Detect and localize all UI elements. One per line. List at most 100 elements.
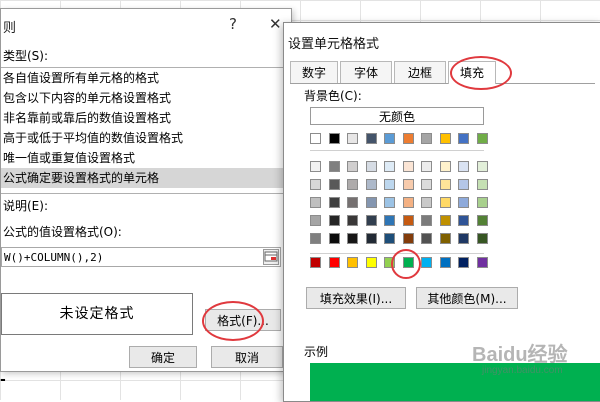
theme-color-swatch[interactable] <box>402 133 414 144</box>
theme-tint-swatch[interactable] <box>328 161 340 172</box>
rule-type-item[interactable]: 高于或低于平均值的数值设置格式 <box>1 128 289 148</box>
theme-tint-swatch[interactable] <box>328 197 340 208</box>
theme-tint-swatch[interactable] <box>384 179 395 190</box>
standard-color-swatch[interactable] <box>347 257 358 268</box>
theme-tint-swatch[interactable] <box>384 215 395 226</box>
theme-color-swatch[interactable] <box>365 133 377 144</box>
theme-tint-swatch[interactable] <box>421 161 432 172</box>
help-icon[interactable]: ? <box>229 15 237 33</box>
theme-tint-swatch[interactable] <box>328 215 340 226</box>
standard-color-swatch[interactable] <box>328 257 340 268</box>
theme-tint-swatch[interactable] <box>458 215 469 226</box>
theme-tint-swatch[interactable] <box>458 179 469 190</box>
ok-button[interactable]: 确定 <box>129 346 197 368</box>
theme-tint-swatch[interactable] <box>384 161 395 172</box>
theme-tint-swatch[interactable] <box>384 233 395 244</box>
tab-strip: 数字 字体 边框 填充 <box>290 61 595 84</box>
theme-tint-swatch[interactable] <box>402 233 414 244</box>
theme-tint-swatch[interactable] <box>384 197 395 208</box>
conditional-format-dialog: 则 ? ✕ 类型(S): 各自值设置所有单元格的格式 包含以下内容的单元格设置格… <box>0 8 292 372</box>
theme-tint-swatch[interactable] <box>347 233 358 244</box>
theme-tint-swatch[interactable] <box>310 215 321 226</box>
cf-dialog-titlebar: 则 ? ✕ <box>1 9 291 41</box>
theme-tint-swatch[interactable] <box>402 215 414 226</box>
theme-tint-swatch[interactable] <box>328 233 340 244</box>
rule-type-item[interactable]: 非名靠前或靠后的数值设置格式 <box>1 108 289 128</box>
tab-number[interactable]: 数字 <box>290 61 338 83</box>
standard-color-swatch[interactable] <box>365 257 377 268</box>
theme-color-swatch[interactable] <box>310 133 321 144</box>
theme-tint-swatch[interactable] <box>458 233 469 244</box>
theme-tint-swatch[interactable] <box>439 161 451 172</box>
no-color-button[interactable]: 无颜色 <box>310 107 484 125</box>
close-icon[interactable]: ✕ <box>269 15 282 33</box>
theme-tint-swatch[interactable] <box>476 161 488 172</box>
rule-type-list[interactable]: 各自值设置所有单元格的格式 包含以下内容的单元格设置格式 非名靠前或靠后的数值设… <box>1 67 289 194</box>
theme-tint-swatch[interactable] <box>402 197 414 208</box>
description-label: 说明(E): <box>3 199 48 213</box>
theme-tint-swatch[interactable] <box>310 179 321 190</box>
theme-tint-swatch[interactable] <box>476 197 488 208</box>
palette-divider <box>310 150 484 151</box>
annotation-circle-tab <box>450 56 512 90</box>
theme-tint-swatch[interactable] <box>310 197 321 208</box>
fill-effects-button[interactable]: 填充效果(I)... <box>306 287 406 309</box>
theme-tint-swatch[interactable] <box>458 161 469 172</box>
theme-color-swatch[interactable] <box>439 133 451 144</box>
theme-tint-swatch[interactable] <box>310 233 321 244</box>
theme-tint-swatch[interactable] <box>421 215 432 226</box>
theme-color-swatch[interactable] <box>458 133 469 144</box>
rule-type-item[interactable]: 唯一值或重复值设置格式 <box>1 148 289 168</box>
annotation-circle-color <box>391 249 421 279</box>
theme-tint-swatch[interactable] <box>458 197 469 208</box>
theme-tint-swatch[interactable] <box>439 233 451 244</box>
formula-input[interactable]: W()+COLUMN(),2) <box>1 247 281 267</box>
tab-border[interactable]: 边框 <box>394 61 446 83</box>
cancel-button[interactable]: 取消 <box>211 346 283 368</box>
theme-color-swatch[interactable] <box>476 133 488 144</box>
standard-color-swatch[interactable] <box>310 257 321 268</box>
theme-color-swatch[interactable] <box>328 133 340 144</box>
theme-tint-swatch[interactable] <box>365 161 377 172</box>
theme-tint-swatch[interactable] <box>365 233 377 244</box>
theme-tint-swatch[interactable] <box>347 215 358 226</box>
format-preview: 未设定格式 <box>1 293 193 335</box>
rule-type-item[interactable]: 各自值设置所有单元格的格式 <box>1 68 289 88</box>
cell-fragment: - <box>0 372 6 388</box>
theme-tint-swatch[interactable] <box>476 233 488 244</box>
standard-color-swatch[interactable] <box>421 257 432 268</box>
theme-tint-swatch[interactable] <box>439 179 451 190</box>
rule-type-item-selected[interactable]: 公式确定要设置格式的单元格 <box>1 168 289 188</box>
standard-color-swatch[interactable] <box>476 257 488 268</box>
theme-tint-swatch[interactable] <box>347 197 358 208</box>
theme-tint-swatch[interactable] <box>476 179 488 190</box>
formula-label: 公式的值设置格式(O): <box>3 225 122 239</box>
theme-tint-swatch[interactable] <box>439 215 451 226</box>
standard-color-swatch[interactable] <box>439 257 451 268</box>
theme-tint-swatch[interactable] <box>402 161 414 172</box>
theme-tint-swatch[interactable] <box>347 161 358 172</box>
theme-tint-swatch[interactable] <box>365 179 377 190</box>
theme-tint-swatch[interactable] <box>439 197 451 208</box>
theme-color-swatch[interactable] <box>421 133 432 144</box>
theme-color-swatch[interactable] <box>384 133 395 144</box>
rule-type-item[interactable]: 包含以下内容的单元格设置格式 <box>1 88 289 108</box>
annotation-circle <box>202 301 264 341</box>
standard-color-swatch[interactable] <box>458 257 469 268</box>
theme-tint-swatch[interactable] <box>365 197 377 208</box>
watermark-brand: Baidu经验 <box>472 344 568 366</box>
format-dialog-title: 设置单元格格式 <box>288 37 380 52</box>
theme-tint-swatch[interactable] <box>328 179 340 190</box>
theme-tint-swatch[interactable] <box>421 179 432 190</box>
theme-tint-swatch[interactable] <box>421 197 432 208</box>
theme-tint-swatch[interactable] <box>421 233 432 244</box>
theme-tint-swatch[interactable] <box>365 215 377 226</box>
theme-tint-swatch[interactable] <box>347 179 358 190</box>
tab-font[interactable]: 字体 <box>340 61 392 83</box>
theme-tint-swatch[interactable] <box>310 161 321 172</box>
range-select-icon[interactable] <box>263 249 279 265</box>
theme-color-swatch[interactable] <box>347 133 358 144</box>
theme-tint-swatch[interactable] <box>476 215 488 226</box>
more-colors-button[interactable]: 其他颜色(M)... <box>416 287 518 309</box>
theme-tint-swatch[interactable] <box>402 179 414 190</box>
